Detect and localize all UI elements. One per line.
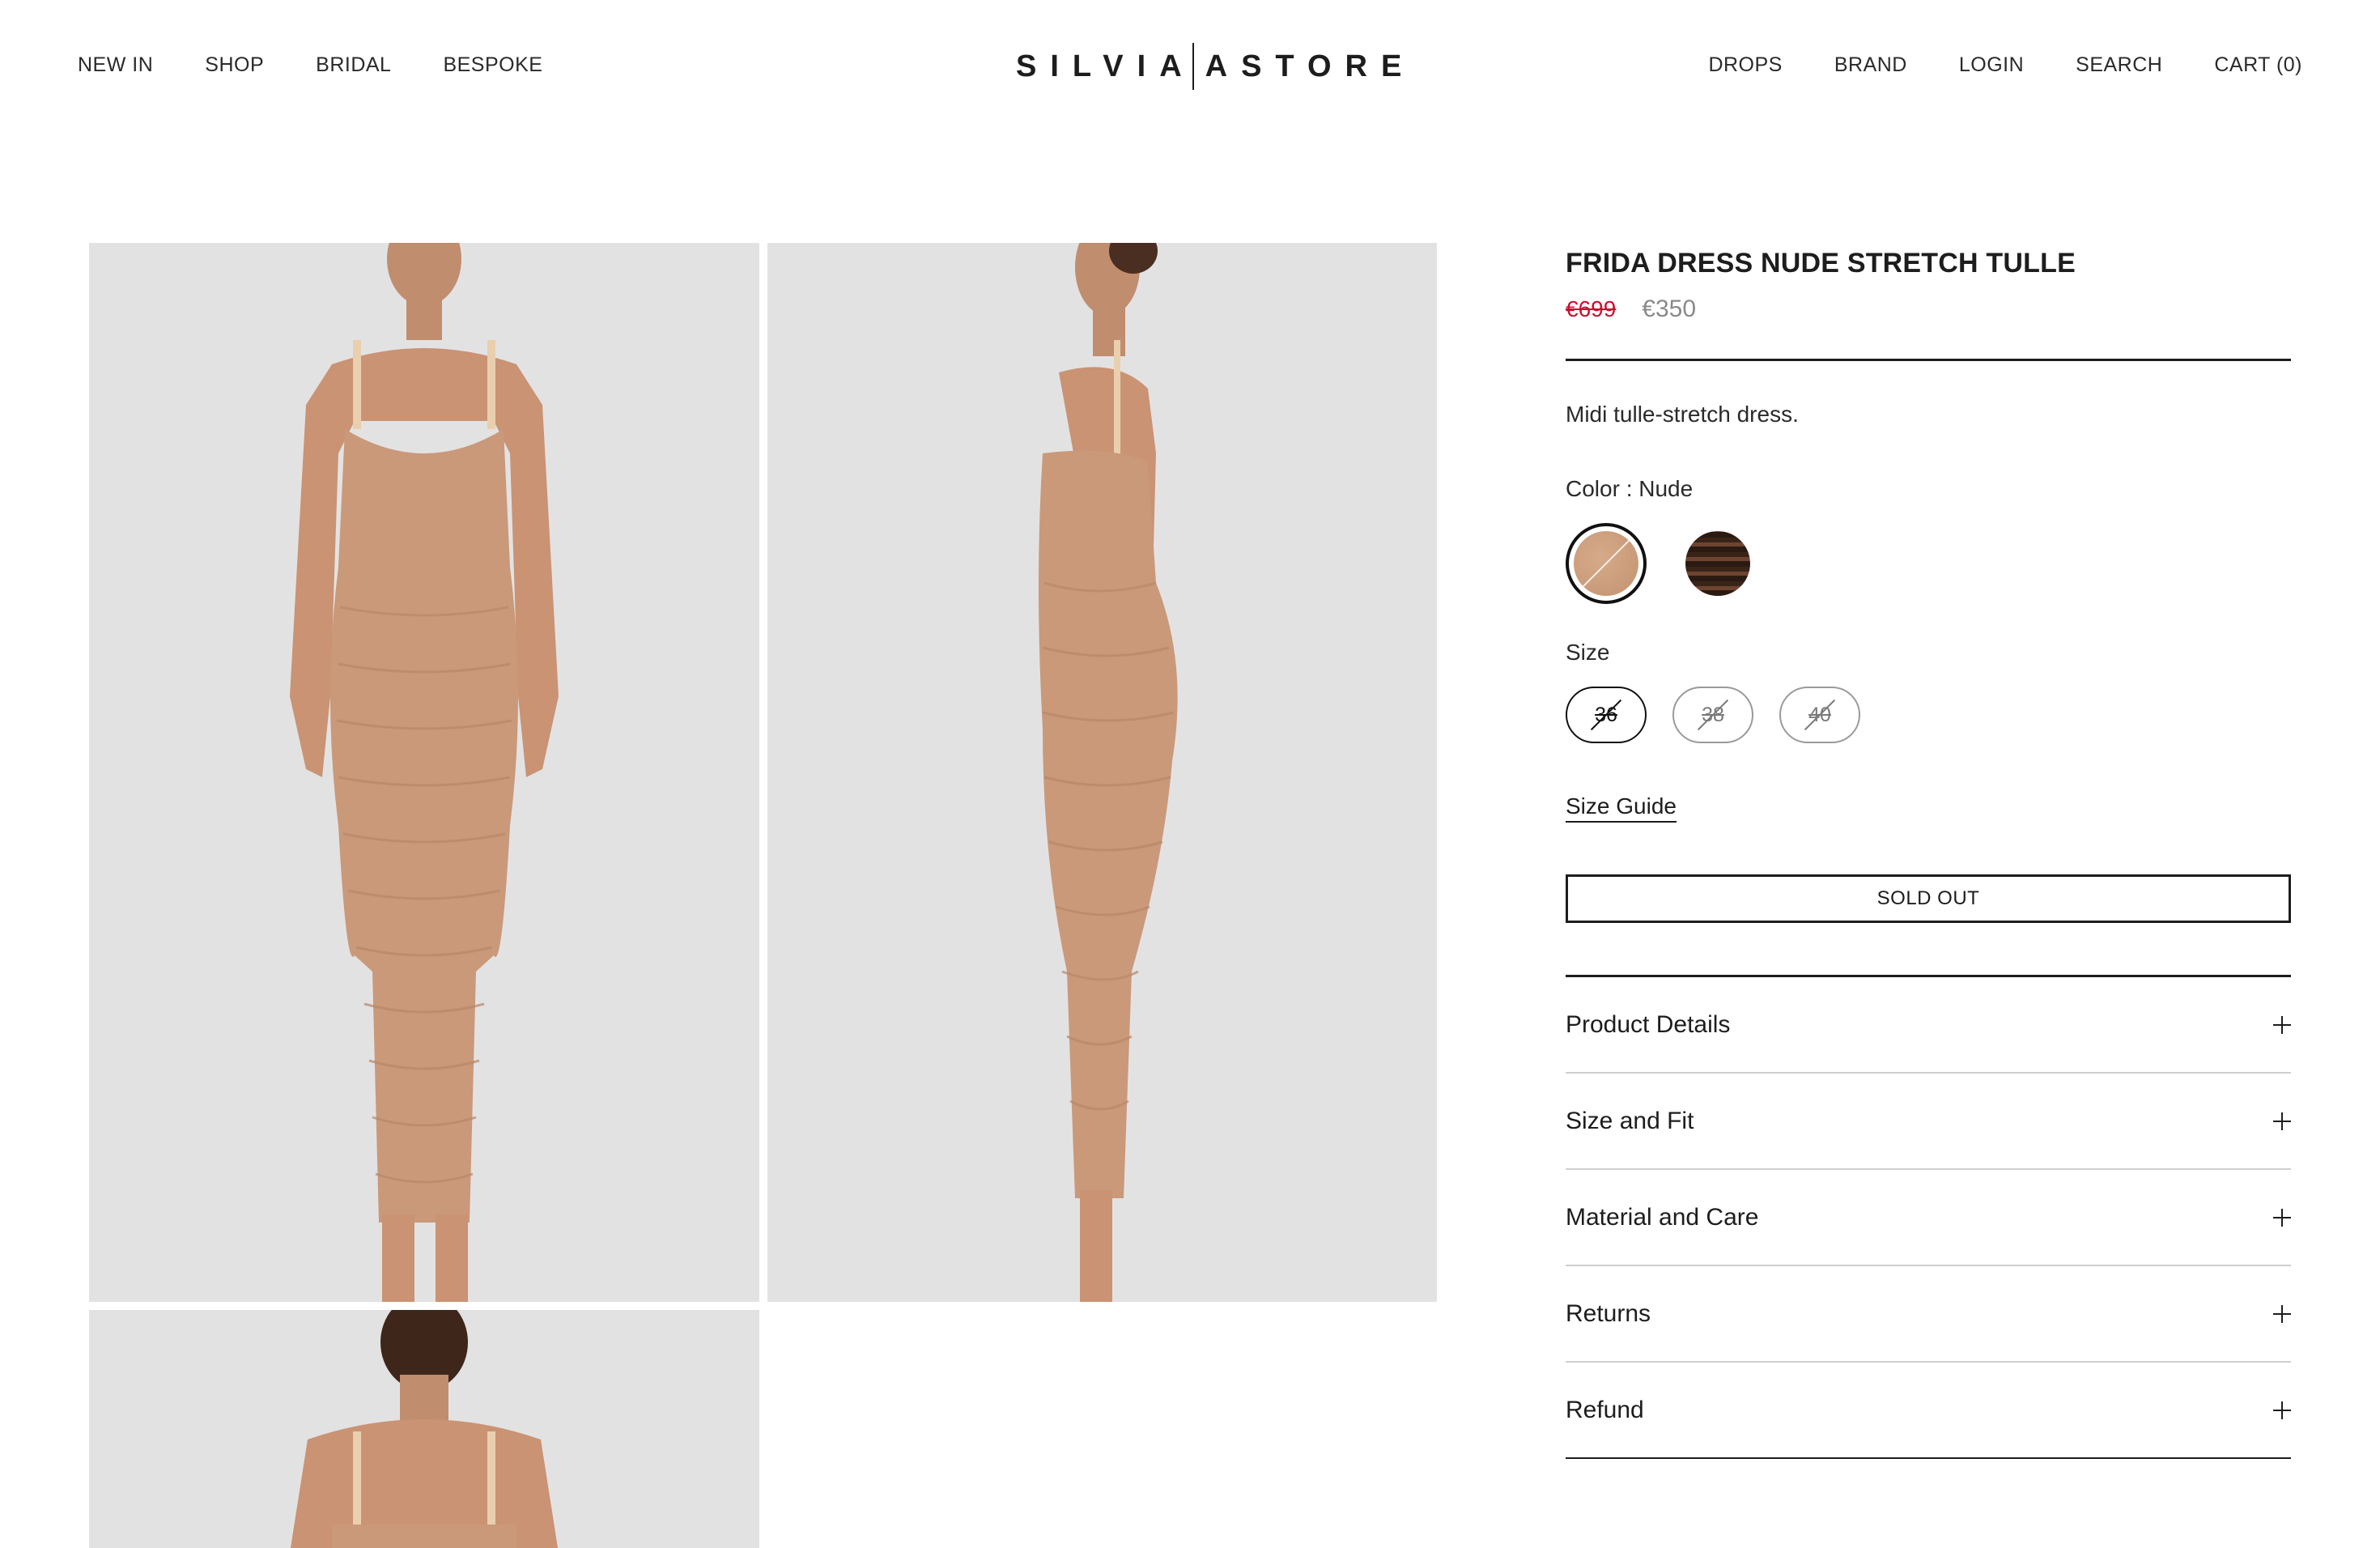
color-label: Color : Nude	[1566, 476, 1694, 501]
swatch-brown-color	[1685, 531, 1750, 596]
nav-search[interactable]: SEARCH	[2076, 53, 2162, 77]
plus-icon	[2273, 1015, 2291, 1034]
size-option-36[interactable]: 36	[1566, 687, 1647, 743]
product-title: FRIDA DRESS NUDE STRETCH TULLE	[1566, 248, 2076, 279]
plus-icon	[2273, 1304, 2291, 1323]
divider	[1566, 359, 2291, 361]
price-row: €699 €350	[1566, 296, 2291, 323]
nav-cart[interactable]: CART (0)	[2214, 53, 2302, 77]
nav-bespoke[interactable]: BESPOKE	[443, 53, 542, 77]
nav-login[interactable]: LOGIN	[1959, 53, 2024, 77]
logo-text-right: ASTORE	[1205, 49, 1416, 83]
primary-nav: NEW IN SHOP BRIDAL BESPOKE	[78, 53, 542, 77]
nav-new-in[interactable]: NEW IN	[78, 53, 153, 77]
utility-nav: DROPS BRAND LOGIN SEARCH CART (0)	[1708, 53, 2302, 77]
size-option-40[interactable]: 40	[1779, 687, 1860, 743]
plus-icon	[2273, 1401, 2291, 1419]
plus-icon	[2273, 1112, 2291, 1130]
logo-divider	[1192, 43, 1194, 90]
size-option-38[interactable]: 38	[1672, 687, 1753, 743]
product-image-side[interactable]	[767, 243, 1437, 1302]
nav-drops[interactable]: DROPS	[1708, 53, 1782, 77]
nav-brand[interactable]: BRAND	[1834, 53, 1907, 77]
accordion-title: Material and Care	[1566, 1203, 1759, 1231]
accordion-title: Size and Fit	[1566, 1107, 1694, 1134]
logo-text-left: SILVIA	[1016, 49, 1196, 83]
accordion-title: Refund	[1566, 1396, 1644, 1423]
nav-bridal[interactable]: BRIDAL	[316, 53, 391, 77]
product-image-front[interactable]	[89, 243, 759, 1302]
color-swatches	[1566, 523, 2291, 604]
accordion-size-and-fit[interactable]: Size and Fit	[1566, 1074, 2291, 1170]
accordion-product-details[interactable]: Product Details	[1566, 977, 2291, 1074]
price-original: €699	[1566, 296, 1617, 321]
price-sale: €350	[1642, 296, 1697, 322]
product-description: Midi tulle-stretch dress.	[1566, 402, 1799, 427]
accordion-title: Returns	[1566, 1299, 1651, 1327]
swatch-brown[interactable]	[1677, 523, 1758, 604]
plus-icon	[2273, 1208, 2291, 1227]
model-back-illustration	[89, 1310, 759, 1548]
model-front-illustration	[89, 243, 759, 1302]
accordion-material-and-care[interactable]: Material and Care	[1566, 1170, 2291, 1266]
model-side-illustration	[767, 243, 1437, 1302]
site-header: NEW IN SHOP BRIDAL BESPOKE SILVIA ASTORE…	[0, 0, 2380, 133]
product-image-back[interactable]	[89, 1310, 759, 1548]
accordion-title: Product Details	[1566, 1010, 1731, 1038]
size-guide-link[interactable]: Size Guide	[1566, 793, 1677, 823]
site-logo[interactable]: SILVIA ASTORE	[1016, 42, 1415, 91]
swatch-nude[interactable]	[1566, 523, 1647, 604]
accordion-refund[interactable]: Refund	[1566, 1363, 2291, 1459]
accordion-returns[interactable]: Returns	[1566, 1266, 2291, 1363]
nav-shop[interactable]: SHOP	[205, 53, 264, 77]
size-options: 36 38 40	[1566, 687, 2291, 743]
product-panel: FRIDA DRESS NUDE STRETCH TULLE €699 €350…	[1566, 243, 2291, 1459]
sold-out-button[interactable]: SOLD OUT	[1566, 874, 2291, 923]
size-label: Size	[1566, 640, 1610, 665]
product-accordion: Product Details Size and Fit Material an…	[1566, 977, 2291, 1459]
